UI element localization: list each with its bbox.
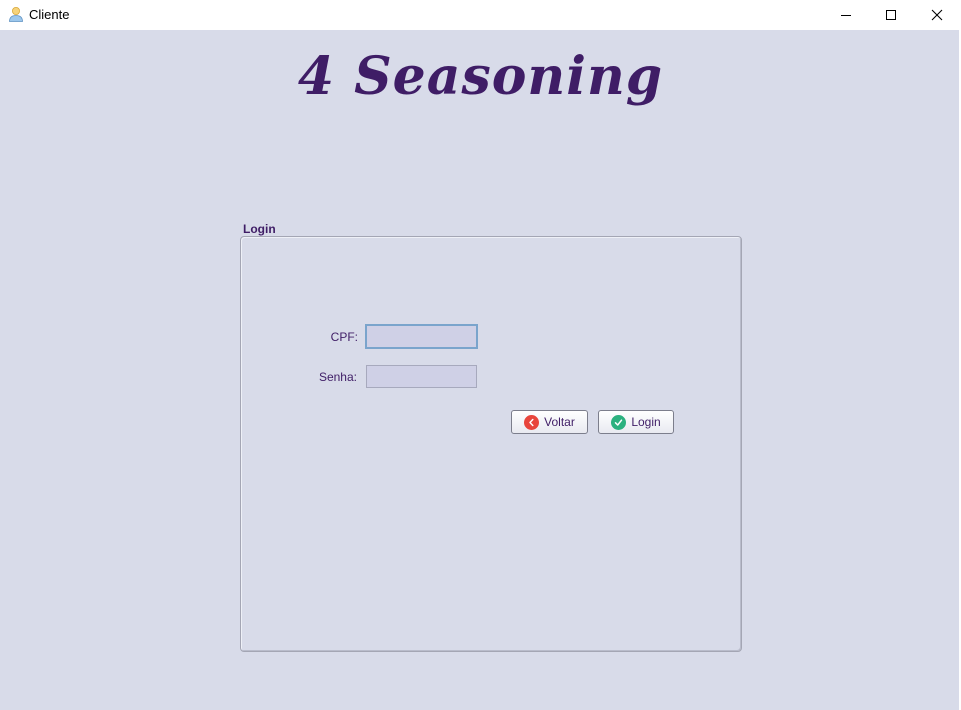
login-button-label: Login: [631, 415, 661, 429]
login-panel: [240, 236, 742, 652]
maximize-icon: [886, 10, 896, 20]
close-icon: [931, 9, 943, 21]
cpf-label: CPF:: [330, 330, 358, 344]
app-window: Cliente 4 Seasoning Login CPF: Senha: Vo…: [0, 0, 961, 710]
login-button[interactable]: Login: [598, 410, 674, 434]
chevron-left-icon: [524, 414, 540, 430]
maximize-button[interactable]: [868, 0, 914, 30]
window-title: Cliente: [29, 7, 70, 22]
app-logo: 4 Seasoning: [297, 46, 664, 107]
voltar-button[interactable]: Voltar: [511, 410, 588, 434]
check-icon: [611, 414, 627, 430]
user-icon: [8, 6, 24, 22]
title-bar: Cliente: [0, 0, 961, 30]
close-button[interactable]: [914, 0, 960, 30]
cpf-input[interactable]: [365, 324, 478, 349]
login-panel-title: Login: [243, 222, 276, 236]
senha-input[interactable]: [366, 365, 477, 388]
voltar-button-label: Voltar: [544, 415, 575, 429]
senha-label: Senha:: [318, 370, 357, 384]
minimize-icon: [841, 15, 851, 16]
minimize-button[interactable]: [823, 0, 869, 30]
